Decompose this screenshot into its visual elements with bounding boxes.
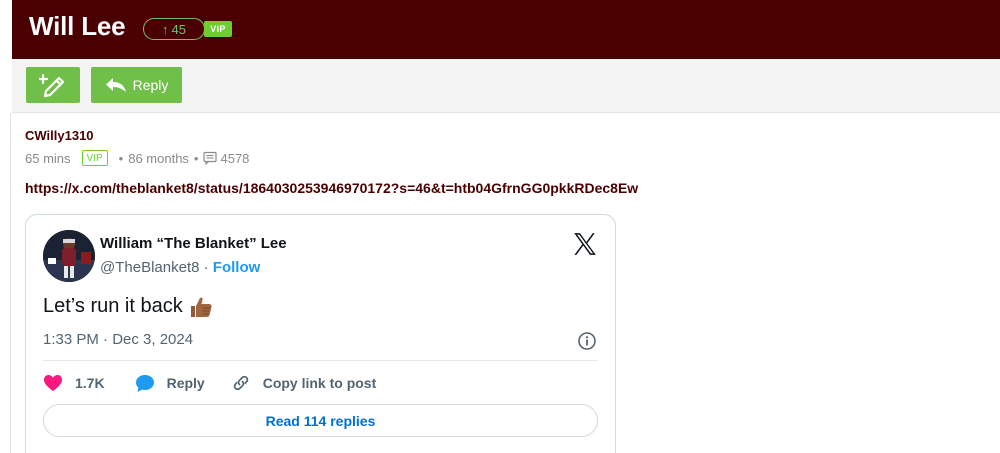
upvote-count: 45 — [171, 21, 186, 37]
message-icon — [203, 151, 218, 165]
tweet-text: Let’s run it back — [43, 295, 183, 317]
post-author[interactable]: CWilly1310 — [25, 128, 94, 143]
up-arrow-icon: ↑ — [162, 21, 169, 37]
vip-badge: VIP — [204, 21, 232, 37]
follow-link[interactable]: Follow — [213, 259, 261, 276]
meta-separator: • — [193, 150, 199, 166]
copy-link-action[interactable]: Copy link to post — [231, 373, 377, 393]
post-meta: 65 mins VIP • 86 months • 4578 — [25, 150, 249, 166]
post-time: 65 mins — [25, 150, 71, 166]
tweet-timestamp[interactable]: 1:33 PM · Dec 3, 2024 — [43, 331, 193, 348]
embedded-tweet[interactable]: William “The Blanket” Lee @TheBlanket8 ·… — [25, 214, 616, 453]
thread-title: Will Lee — [29, 11, 126, 41]
info-icon[interactable] — [577, 331, 597, 351]
pencil-plus-icon — [39, 73, 65, 98]
heart-icon — [44, 375, 62, 391]
link-icon — [233, 375, 248, 391]
post-link[interactable]: https://x.com/theblanket8/status/1864030… — [25, 180, 638, 196]
reply-button-label: Reply — [132, 77, 169, 93]
reply-button[interactable]: Reply — [91, 67, 182, 103]
tweet-divider — [43, 360, 598, 361]
speech-bubble-icon — [135, 374, 154, 392]
thread-header: Will Lee ↑ 45 VIP — [12, 0, 1000, 59]
reply-action[interactable]: Reply — [135, 374, 205, 393]
tweet-author-name[interactable]: William “The Blanket” Lee — [100, 235, 287, 252]
author-vip-badge: VIP — [81, 150, 108, 166]
copy-link-label: Copy link to post — [262, 375, 377, 391]
left-divider — [10, 113, 11, 453]
tweet-handle[interactable]: @TheBlanket8 — [100, 259, 199, 276]
reply-action-label: Reply — [166, 375, 205, 391]
handle-separator: · — [199, 259, 213, 276]
tweet-actions: 1.7K Reply Copy link to post — [43, 373, 376, 393]
reply-arrow-icon — [105, 78, 126, 92]
thread-toolbar: Reply — [12, 59, 1000, 113]
post-count: 4578 — [220, 150, 250, 166]
new-post-button[interactable] — [26, 67, 80, 103]
thumbs-up-emoji — [190, 297, 212, 317]
like-count: 1.7K — [75, 375, 105, 391]
page: Will Lee ↑ 45 VIP Reply CWilly1310 65 mi… — [0, 0, 1000, 453]
upvote-badge[interactable]: ↑ 45 — [143, 18, 205, 40]
membership-duration: 86 months — [128, 150, 189, 166]
tweet-handle-line: @TheBlanket8 · Follow — [100, 259, 260, 276]
meta-separator: • — [118, 150, 124, 166]
read-replies-button[interactable]: Read 114 replies — [43, 404, 598, 437]
like-action[interactable]: 1.7K — [43, 374, 105, 392]
tweet-text-line: Let’s run it back — [43, 295, 213, 318]
x-logo-icon[interactable] — [572, 231, 598, 257]
avatar[interactable] — [43, 230, 95, 282]
